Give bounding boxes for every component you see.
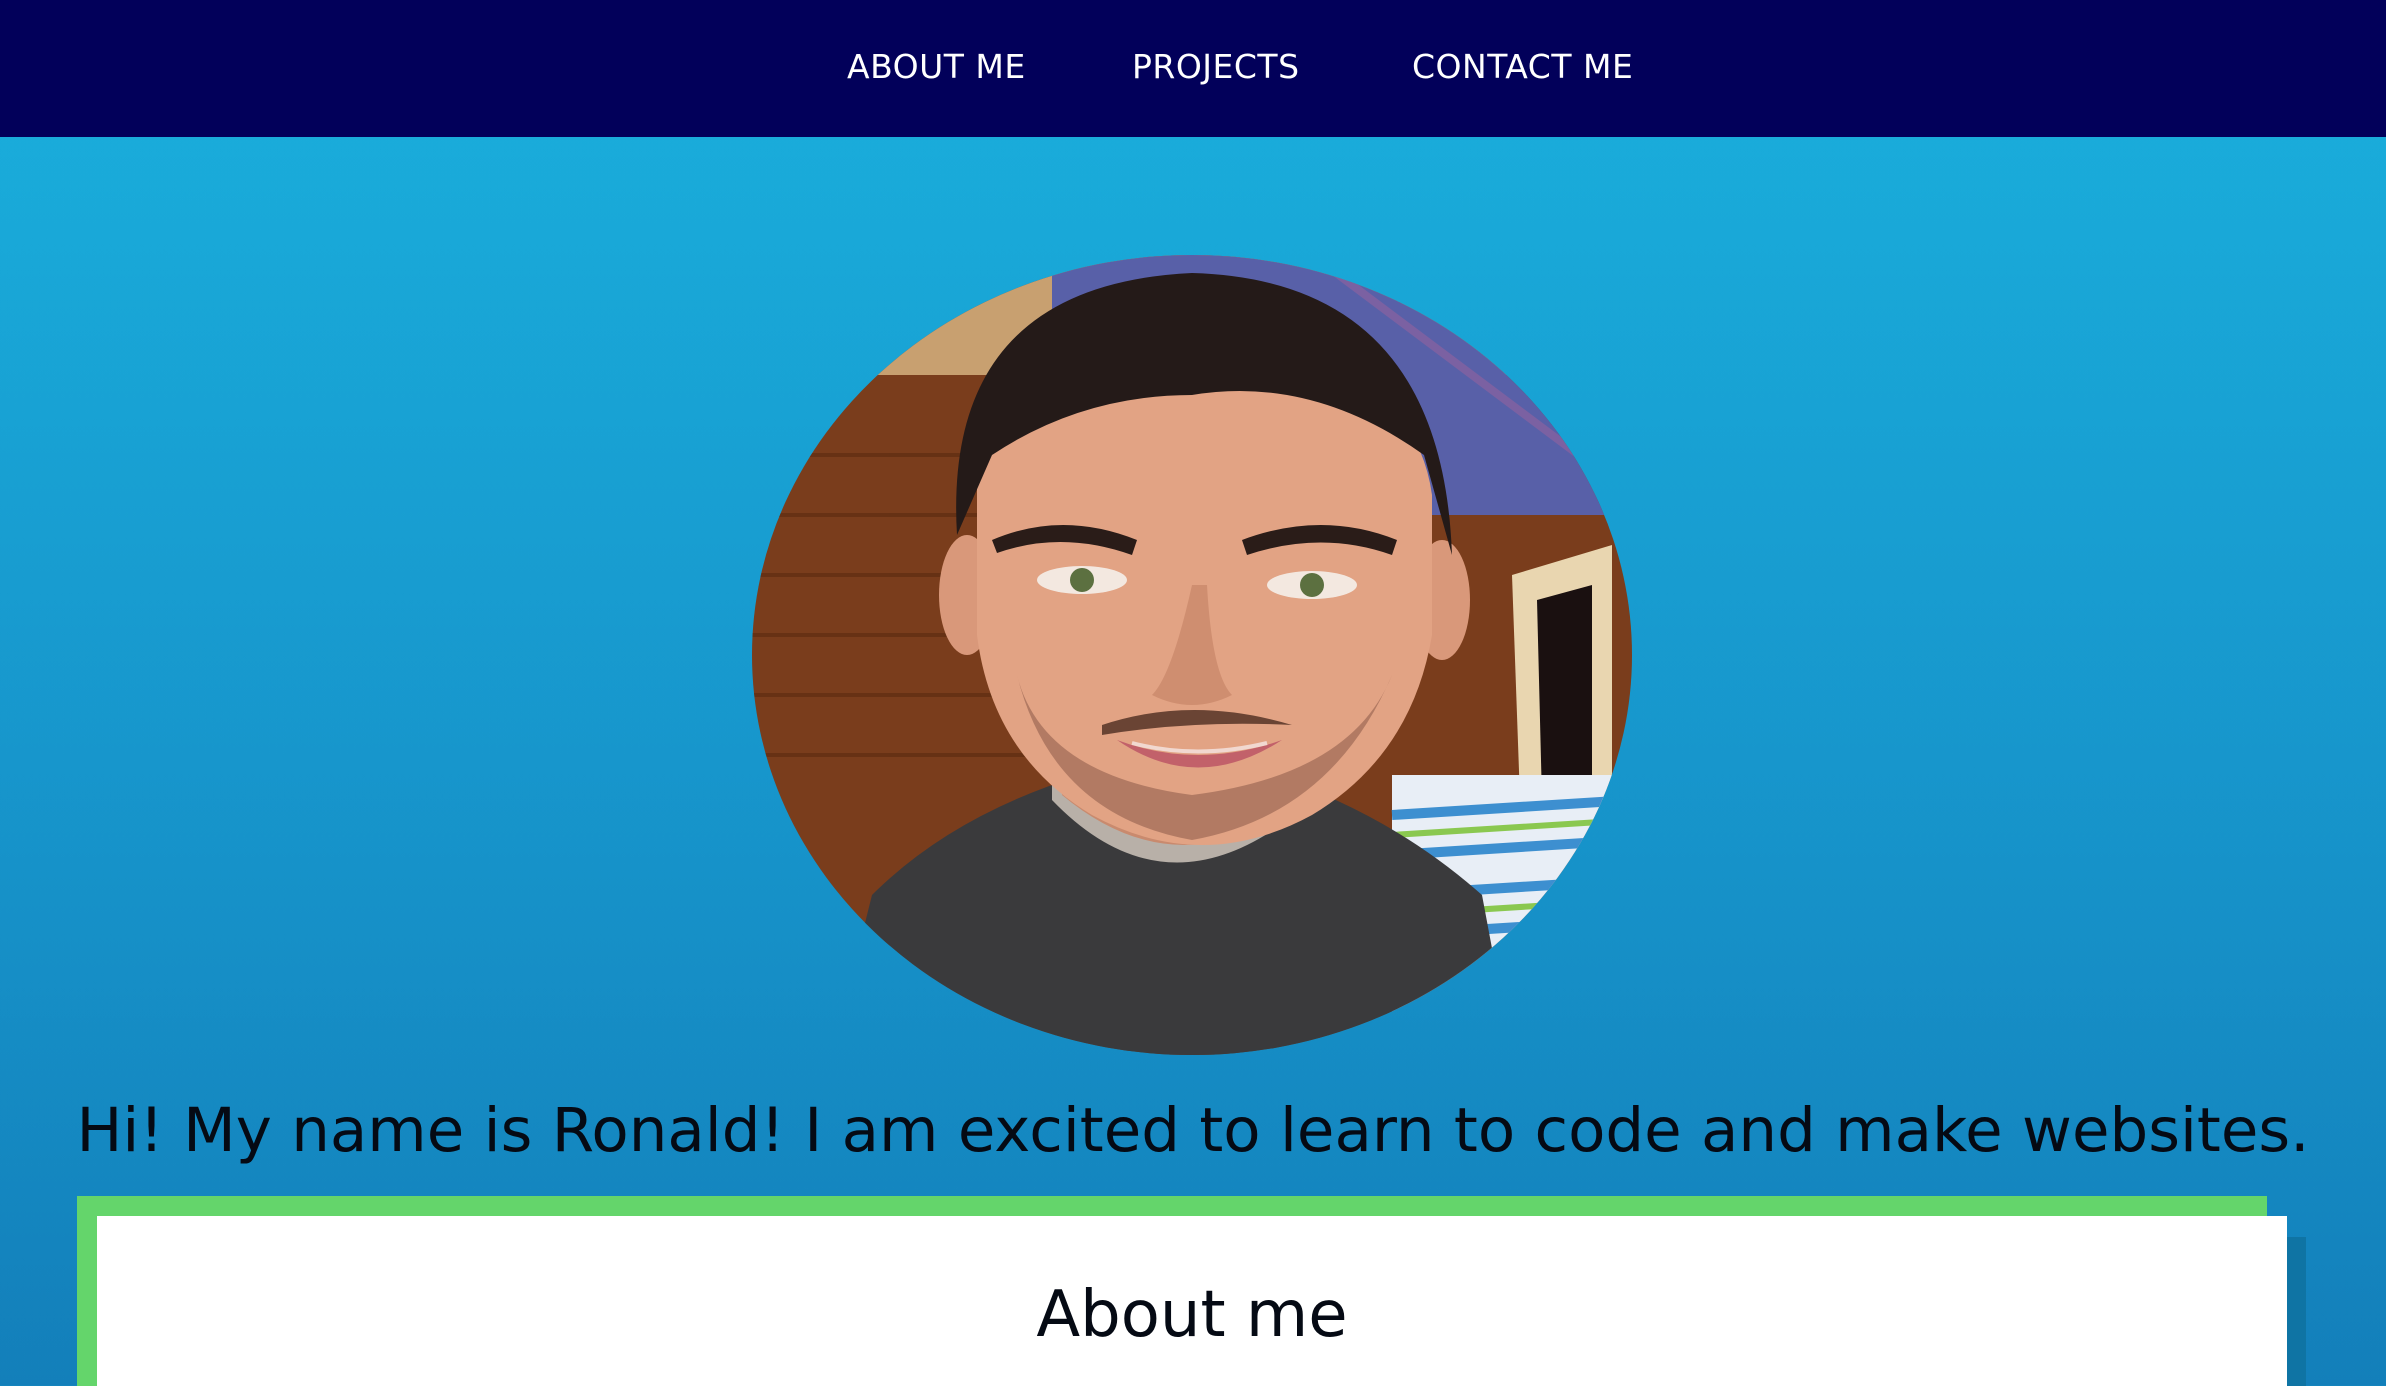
about-me-title: About me <box>1036 1278 1348 1352</box>
nav-link-about-me[interactable]: ABOUT ME <box>847 47 1026 86</box>
about-me-section: About me <box>97 1216 2287 1386</box>
intro-heading: Hi! My name is Ronald! I am excited to l… <box>76 1095 2310 1166</box>
top-navbar: ABOUT ME PROJECTS CONTACT ME <box>0 0 2386 137</box>
nav-link-projects[interactable]: PROJECTS <box>1132 47 1300 86</box>
profile-photo <box>752 255 1632 1055</box>
nav-link-contact-me[interactable]: CONTACT ME <box>1412 47 1633 86</box>
